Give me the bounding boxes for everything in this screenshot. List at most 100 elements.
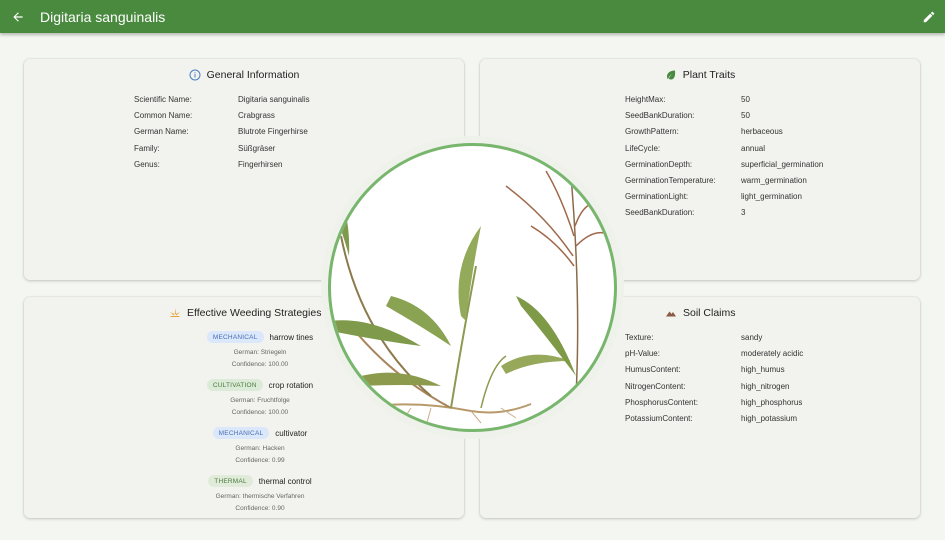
general-info-row: Genus: Fingerhirsen [134,157,310,173]
soil-claim-row-key: PhosphorusContent: [625,397,698,407]
soil-claim-row: pH-Value: moderately acidic [625,346,803,362]
soil-claims-title: Soil Claims [683,307,736,319]
strategy-type-chip: MECHANICAL [212,427,270,439]
soil-claim-row: PotassiumContent: high_potassium [625,411,803,427]
plant-trait-row: LifeCycle: annual [625,141,823,157]
plant-trait-row: SeedBankDuration: 3 [625,205,823,221]
plant-trait-row: GerminationTemperature: warm_germination [625,173,823,189]
strategy-item: CULTIVATION crop rotation German: Fruchtfo… [154,378,366,419]
mountain-icon [665,307,677,319]
strategy-german-name: German: Striegeln [233,349,287,356]
strategy-details: German: Hacken Confidence: 0.99 [235,443,284,467]
soil-claim-row-value: high_humus [741,365,785,375]
plant-trait-row: GerminationLight: light_germination [625,189,823,205]
strategy-type-chip: MECHANICAL [206,331,264,343]
strategy-confidence: Confidence: 100.00 [231,409,289,416]
strategy-item: THERMAL thermal control German: thermische… [154,474,366,515]
general-info-row-value: Blutrote Fingerhirse [238,127,308,137]
plant-trait-row-key: GrowthPattern: [625,127,679,137]
general-info-row-value: Süßgräser [238,143,276,153]
pencil-icon [923,11,935,23]
strategy-heading: MECHANICAL harrow tines [206,330,314,344]
strategy-german-name: German: thermische Verfahren [215,493,305,500]
plant-trait-row-key: GerminationTemperature: [625,176,716,186]
plant-trait-row-key: HeightMax: [625,95,666,104]
soil-claim-row-key: HumusContent: [625,365,681,375]
general-info-row: Scientific Name: Digitaria sanguinalis [134,92,310,108]
plant-trait-row-key: SeedBankDuration: [625,208,695,218]
soil-claim-row-key: NitrogenContent: [625,381,686,391]
strategy-german-name: German: Hacken [235,445,285,452]
plant-trait-row-value: superficial_germination [741,159,824,169]
strategy-name: cultivator [275,428,308,438]
soil-claim-row-key: PotassiumContent: [625,414,693,424]
soil-claim-row-value: high_nitrogen [741,381,790,391]
strategy-list: MECHANICAL harrow tines German: Striegeln C… [154,330,366,522]
plant-traits-header: Plant Traits [480,69,920,81]
strategy-heading: MECHANICAL cultivator [212,426,308,440]
general-info-list: Scientific Name: Digitaria sanguinalis Com… [134,92,310,173]
strategy-type-chip: THERMAL [208,475,253,487]
strategy-item: MECHANICAL cultivator German: Hacken Confid… [154,426,366,467]
back-button[interactable] [6,5,30,29]
leaf-icon [665,69,677,81]
weeding-icon [169,307,181,319]
strategy-details: German: Fruchtfolge Confidence: 100.00 [230,395,290,419]
strategy-confidence: Confidence: 0.99 [235,457,285,464]
plant-trait-row: GrowthPattern: herbaceous [625,124,823,140]
strategy-german-name: German: Fruchtfolge [230,397,290,404]
plant-trait-row-value: warm_germination [741,176,807,186]
crabgrass-illustration [331,170,612,427]
general-information-title: General Information [206,69,300,81]
soil-claim-row-value: high_potassium [741,414,798,424]
plant-trait-row-value: 50 [741,111,750,121]
soil-claim-row: HumusContent: high_humus [625,362,803,378]
plant-trait-row-key: GerminationLight: [625,192,689,202]
general-info-row-key: Family: [134,143,160,153]
strategy-confidence: Confidence: 0.90 [235,505,285,512]
strategy-heading: CULTIVATION crop rotation [206,378,314,392]
app-bar: Digitaria sanguinalis [0,0,945,33]
general-info-row-key: German Name: [134,127,189,137]
plant-trait-row-value: annual [741,143,766,153]
soil-claims-list: Texture: sandy pH-Value: moderately acidic H… [625,330,803,427]
plant-traits-list: HeightMax: 50 SeedBankDuration: 50 GrowthPat… [625,92,823,222]
info-icon [189,69,201,81]
general-info-row-key: Scientific Name: [134,95,192,104]
general-info-row: Family: Süßgräser [134,141,310,157]
strategy-confidence: Confidence: 100.00 [231,361,289,368]
general-info-row-key: Common Name: [134,111,193,121]
plant-trait-row: HeightMax: 50 [625,92,823,108]
plant-trait-row: SeedBankDuration: 50 [625,108,823,124]
soil-claim-row-key: Texture: [625,333,654,342]
plant-image [328,143,617,432]
soil-claim-row-value: high_phosphorus [741,397,803,407]
weeding-strategies-title: Effective Weeding Strategies [187,307,322,319]
general-info-row-value: Digitaria sanguinalis [238,95,310,104]
plant-trait-row-value: 50 [741,95,750,104]
strategy-type-chip: CULTIVATION [206,379,263,391]
plant-trait-row-key: LifeCycle: [625,143,661,153]
general-info-row-value: Fingerhirsen [238,159,283,169]
edit-button[interactable] [917,5,941,29]
plant-trait-row-key: GerminationDepth: [625,159,693,169]
page-title: Digitaria sanguinalis [40,9,166,25]
strategy-name: harrow tines [269,332,314,342]
general-info-row-value: Crabgrass [238,111,275,121]
general-info-row: Common Name: Crabgrass [134,108,310,124]
strategy-name: crop rotation [268,380,314,390]
strategy-details: German: Striegeln Confidence: 100.00 [232,347,288,371]
strategy-details: German: thermische Verfahren Confidence: … [216,491,305,515]
soil-claim-row: NitrogenContent: high_nitrogen [625,379,803,395]
soil-claim-row: PhosphorusContent: high_phosphorus [625,395,803,411]
plant-trait-row-value: herbaceous [741,127,783,137]
soil-claim-row-value: moderately acidic [741,349,804,359]
plant-trait-row: GerminationDepth: superficial_germination [625,157,823,173]
general-information-header: General Information [24,69,464,81]
arrow-left-icon [13,12,23,22]
strategy-heading: THERMAL thermal control [208,474,312,488]
general-info-row-key: Genus: [134,159,160,169]
strategy-name: thermal control [258,476,312,486]
soil-claim-row-value: sandy [741,333,763,342]
soil-claim-row-key: pH-Value: [625,349,660,359]
